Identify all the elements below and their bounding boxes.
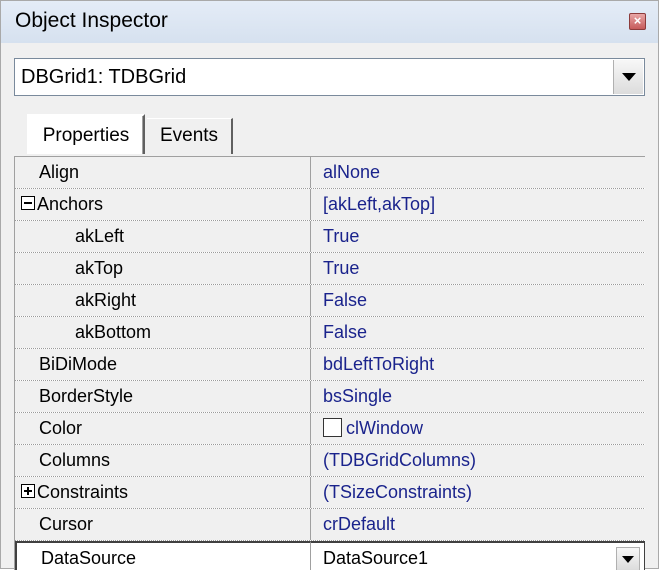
property-name[interactable]: Anchors [15, 189, 311, 220]
property-value-label: clWindow [346, 418, 424, 438]
property-value-label: alNone [323, 162, 381, 182]
property-value[interactable]: clWindow [311, 413, 645, 444]
value-dropdown-button[interactable] [616, 547, 640, 570]
property-value-label: False [323, 322, 368, 342]
property-value-label: False [323, 290, 368, 310]
property-name-label: BorderStyle [39, 386, 134, 406]
property-value[interactable]: False [311, 285, 645, 316]
color-swatch [323, 417, 342, 437]
property-row-akbottom[interactable]: akBottom False [15, 317, 645, 349]
property-name[interactable]: Cursor [15, 509, 311, 540]
dropdown-button[interactable] [613, 60, 643, 94]
expand-icon[interactable] [21, 484, 35, 499]
property-row-akright[interactable]: akRight False [15, 285, 645, 317]
property-value[interactable]: crDefault [311, 509, 645, 540]
property-row-borderstyle[interactable]: BorderStyle bsSingle [15, 381, 645, 413]
property-value[interactable]: (TSizeConstraints) [311, 477, 645, 508]
chevron-down-icon [622, 73, 636, 81]
property-name-label: Anchors [37, 194, 104, 214]
property-row-aktop[interactable]: akTop True [15, 253, 645, 285]
object-inspector-window: Object Inspector × DBGrid1: TDBGrid Prop… [0, 0, 659, 570]
property-name[interactable]: BorderStyle [15, 381, 311, 412]
property-name[interactable]: BiDiMode [15, 349, 311, 380]
property-name[interactable]: Color [15, 413, 311, 444]
property-name-label: Color [39, 418, 83, 438]
property-name-label: Columns [39, 450, 111, 470]
property-row-color[interactable]: Color clWindow [15, 413, 645, 445]
property-row-bidimode[interactable]: BiDiMode bdLeftToRight [15, 349, 645, 381]
property-name-label: akBottom [75, 322, 152, 342]
property-value[interactable]: DataSource1 [311, 541, 645, 570]
property-row-akleft[interactable]: akLeft True [15, 221, 645, 253]
tab-properties[interactable]: Properties [27, 114, 145, 154]
property-name[interactable]: akLeft [15, 221, 311, 252]
property-value[interactable]: (TDBGridColumns) [311, 445, 645, 476]
property-name-label: Align [39, 162, 80, 182]
property-value-label: bsSingle [323, 386, 393, 406]
property-name-label: Constraints [37, 482, 129, 502]
property-value[interactable]: bsSingle [311, 381, 645, 412]
property-name-label: akLeft [75, 226, 125, 246]
property-name[interactable]: akTop [15, 253, 311, 284]
property-row-cursor[interactable]: Cursor crDefault [15, 509, 645, 541]
property-name-label: DataSource [41, 548, 137, 568]
property-name-label: BiDiMode [39, 354, 118, 374]
property-name[interactable]: akBottom [15, 317, 311, 348]
property-value[interactable]: False [311, 317, 645, 348]
property-row-datasource[interactable]: DataSource DataSource1 [15, 541, 645, 570]
title-bar[interactable]: Object Inspector × [1, 1, 658, 43]
property-name[interactable]: Constraints [15, 477, 311, 508]
property-value-label: bdLeftToRight [323, 354, 435, 374]
property-value-label: True [323, 226, 360, 246]
property-row-columns[interactable]: Columns (TDBGridColumns) [15, 445, 645, 477]
property-name-label: akRight [75, 290, 137, 310]
property-value-label: DataSource1 [323, 548, 429, 568]
component-selector-value: DBGrid1: TDBGrid [21, 66, 187, 88]
property-value[interactable]: True [311, 253, 645, 284]
property-name[interactable]: Align [15, 157, 311, 188]
property-value[interactable]: alNone [311, 157, 645, 188]
property-row-constraints[interactable]: Constraints (TSizeConstraints) [15, 477, 645, 509]
component-selector[interactable]: DBGrid1: TDBGrid [14, 58, 645, 96]
tab-events[interactable]: Events [147, 118, 233, 154]
property-value-label: [akLeft,akTop] [323, 194, 436, 214]
window-title: Object Inspector [15, 9, 168, 32]
property-value-label: crDefault [323, 514, 396, 534]
property-value[interactable]: [akLeft,akTop] [311, 189, 645, 220]
property-grid: Align alNone Anchors [akLeft,akTop] akLeft Tr… [14, 156, 645, 570]
close-icon[interactable]: × [629, 13, 646, 30]
property-row-align[interactable]: Align alNone [15, 157, 645, 189]
property-row-anchors[interactable]: Anchors [akLeft,akTop] [15, 189, 645, 221]
property-name[interactable]: DataSource [15, 541, 311, 570]
collapse-icon[interactable] [21, 196, 35, 211]
property-name[interactable]: akRight [15, 285, 311, 316]
property-name[interactable]: Columns [15, 445, 311, 476]
property-value-label: (TSizeConstraints) [323, 482, 473, 502]
property-value-label: True [323, 258, 360, 278]
chevron-down-icon [622, 556, 634, 563]
property-value-label: (TDBGridColumns) [323, 450, 477, 470]
property-name-label: Cursor [39, 514, 94, 534]
property-value[interactable]: True [311, 221, 645, 252]
property-value[interactable]: bdLeftToRight [311, 349, 645, 380]
property-name-label: akTop [75, 258, 124, 278]
